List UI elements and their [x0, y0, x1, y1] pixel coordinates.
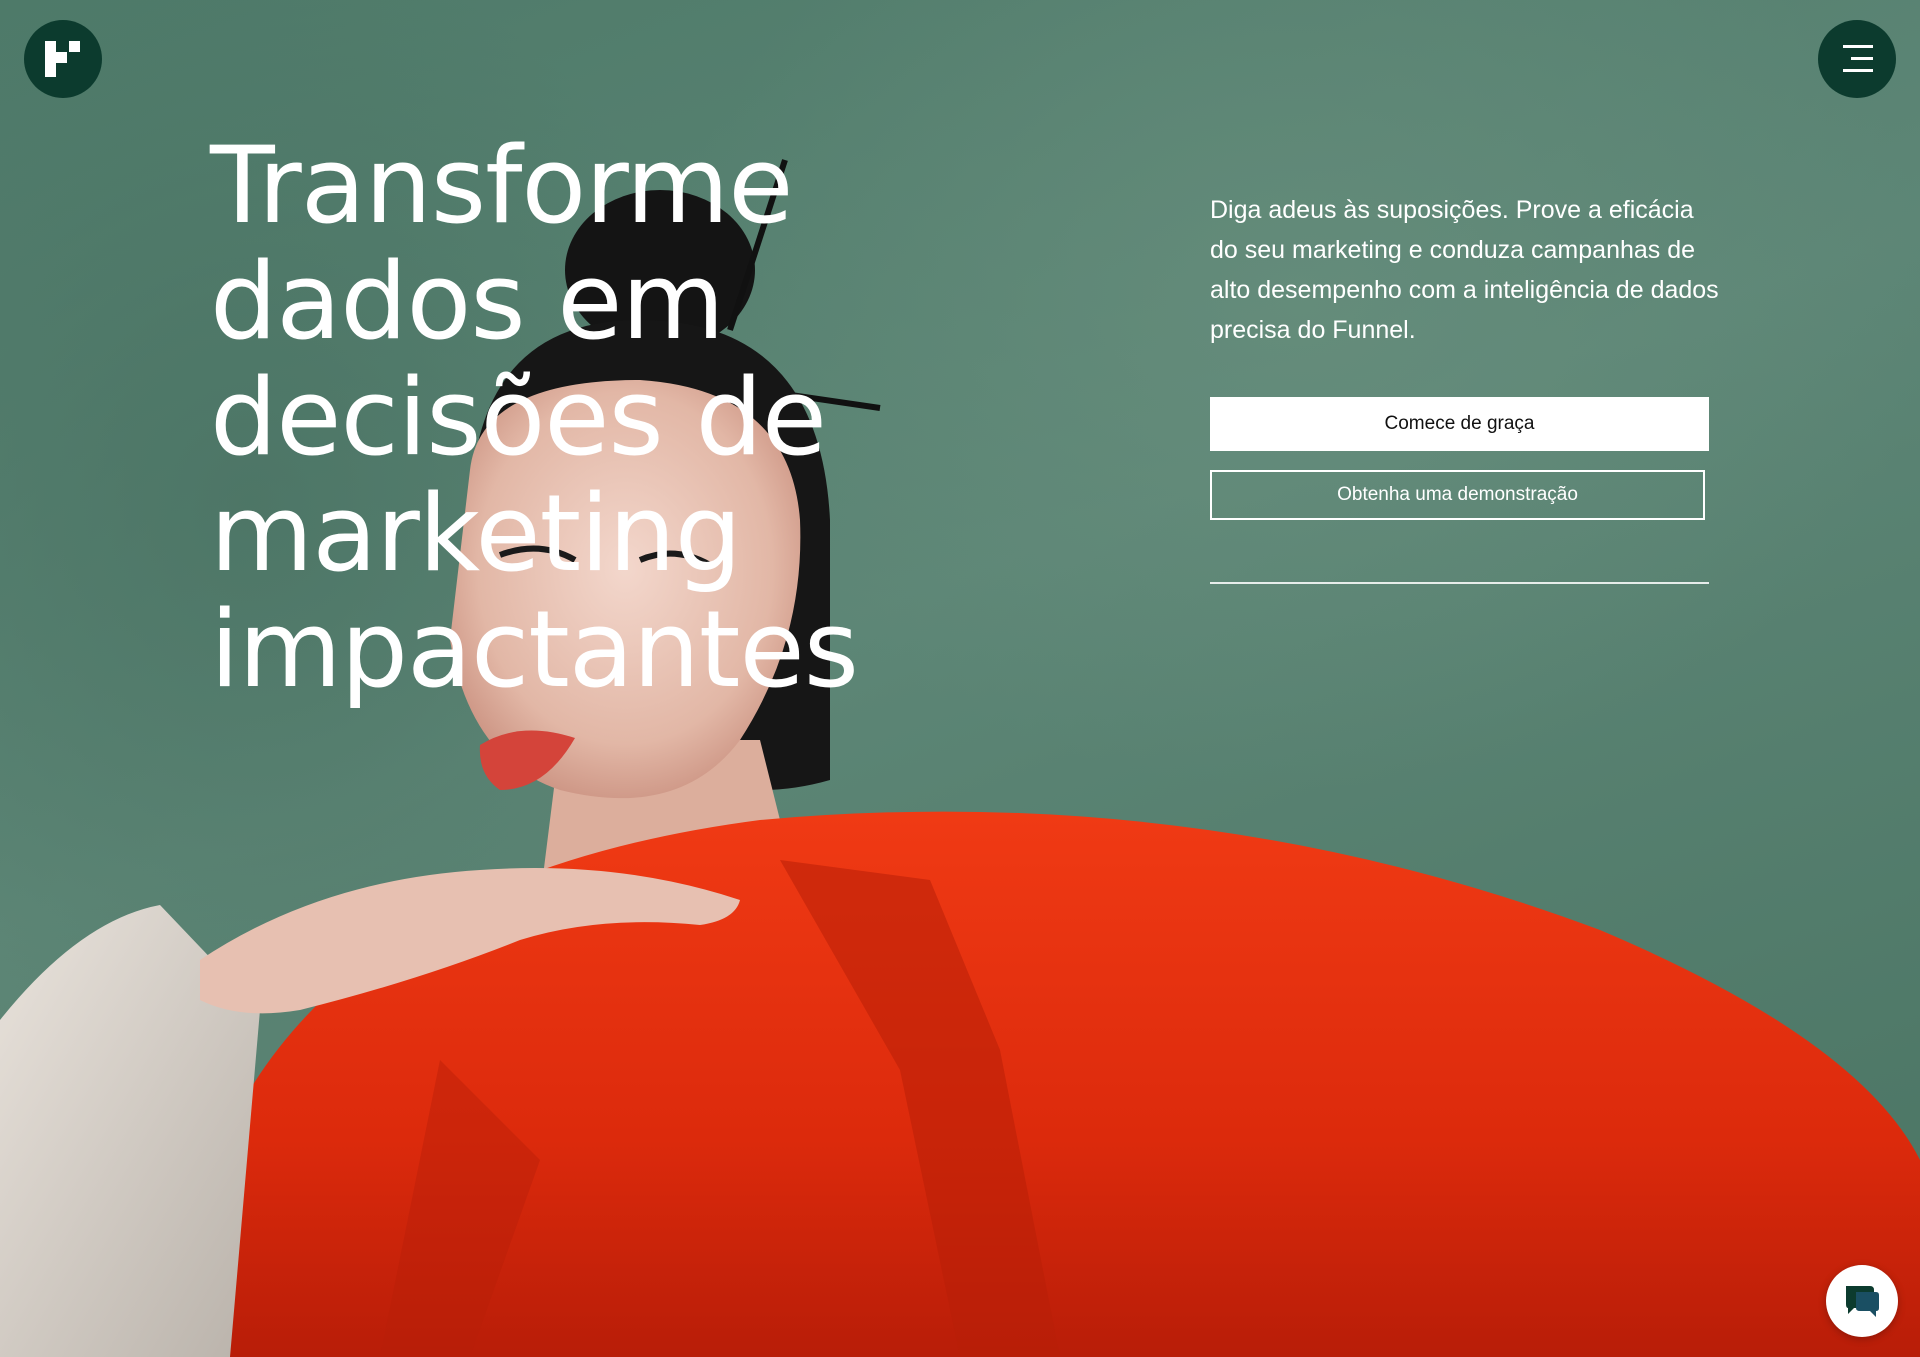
hamburger-menu-icon [1843, 45, 1873, 72]
menu-button[interactable] [1818, 20, 1896, 98]
start-free-button[interactable]: Comece de graça [1210, 397, 1709, 451]
get-demo-button[interactable]: Obtenha uma demonstração [1210, 470, 1705, 520]
chat-bubbles-icon [1846, 1286, 1879, 1317]
hero-tagline: Diga adeus às suposições. Prove a eficác… [1210, 196, 1719, 344]
funnel-logo-icon [45, 41, 80, 77]
chat-button[interactable] [1826, 1265, 1898, 1337]
divider [1210, 582, 1709, 584]
logo[interactable] [24, 20, 102, 98]
hero-headline: Transforme dados em decisões de marketin… [210, 124, 859, 711]
